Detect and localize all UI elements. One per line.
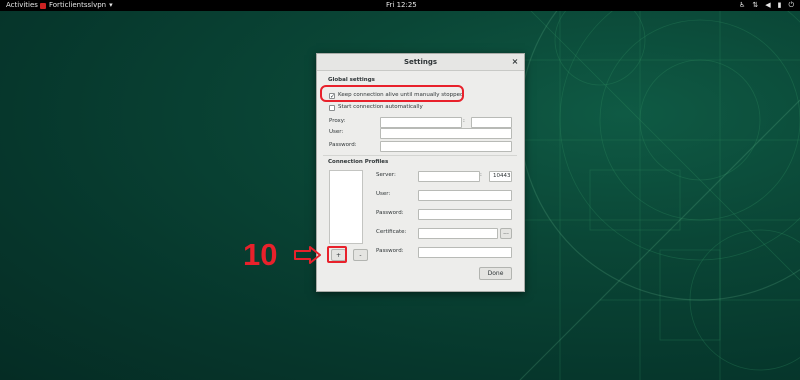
arrow-right-icon — [294, 246, 321, 264]
server-port-input[interactable]: 10443 — [489, 171, 512, 182]
dialog-title: Settings — [403, 58, 438, 66]
cert-password-input[interactable] — [418, 247, 512, 258]
user-input[interactable] — [380, 128, 512, 139]
profile-list[interactable] — [329, 170, 363, 244]
step-number: 10 — [243, 237, 278, 272]
certificate-input[interactable] — [418, 228, 498, 239]
network-icon[interactable]: ⇅ — [752, 0, 758, 11]
volume-icon[interactable]: ◀ — [765, 0, 770, 11]
proxy-port-input[interactable] — [471, 117, 512, 128]
add-button-highlight — [327, 246, 347, 263]
connection-profiles-heading: Connection Profiles — [328, 159, 389, 165]
top-bar: Activities Forticlientsslvpn ▾ Fri 12:25… — [0, 0, 800, 11]
battery-icon[interactable]: ▮ — [778, 0, 782, 11]
password-input[interactable] — [380, 141, 512, 152]
proxy-label: Proxy: — [329, 118, 346, 124]
global-settings-heading: Global settings — [328, 77, 375, 83]
user-label: User: — [329, 129, 344, 135]
done-button[interactable]: Done — [479, 267, 512, 280]
password-label: Password: — [329, 142, 357, 148]
proxy-port-separator: : — [463, 118, 465, 124]
clock[interactable]: Fri 12:25 — [386, 0, 417, 11]
server-label: Server: — [376, 172, 396, 178]
profile-user-input[interactable] — [418, 190, 512, 201]
profile-password-input[interactable] — [418, 209, 512, 220]
server-port-separator: : — [480, 172, 482, 178]
cert-password-label: Password: — [376, 248, 404, 254]
profile-user-label: User: — [376, 191, 391, 197]
app-menu[interactable]: Forticlientsslvpn ▾ — [40, 0, 113, 11]
server-input[interactable] — [418, 171, 480, 182]
app-menu-label: Forticlientsslvpn — [49, 1, 107, 9]
certificate-label: Certificate: — [376, 229, 407, 235]
forticlient-icon — [40, 2, 46, 9]
activities-button[interactable]: Activities — [6, 0, 38, 11]
profile-password-label: Password: — [376, 210, 404, 216]
auto-start-checkbox[interactable] — [329, 105, 335, 111]
auto-start-label: Start connection automatically — [338, 104, 423, 110]
power-icon[interactable]: ⏻ — [788, 0, 794, 11]
system-tray[interactable]: ♿ ⇅ ◀ ▮ ⏻ — [739, 0, 794, 11]
accessibility-icon[interactable]: ♿ — [739, 0, 745, 11]
chevron-down-icon: ▾ — [109, 1, 113, 9]
certificate-browse-button[interactable]: ... — [500, 228, 512, 239]
remove-profile-button[interactable]: - — [353, 249, 368, 261]
close-button[interactable]: × — [510, 57, 520, 67]
dialog-titlebar: Settings × — [317, 54, 524, 71]
section-divider — [323, 155, 517, 156]
keep-alive-highlight — [320, 85, 464, 102]
proxy-host-input[interactable] — [380, 117, 462, 128]
